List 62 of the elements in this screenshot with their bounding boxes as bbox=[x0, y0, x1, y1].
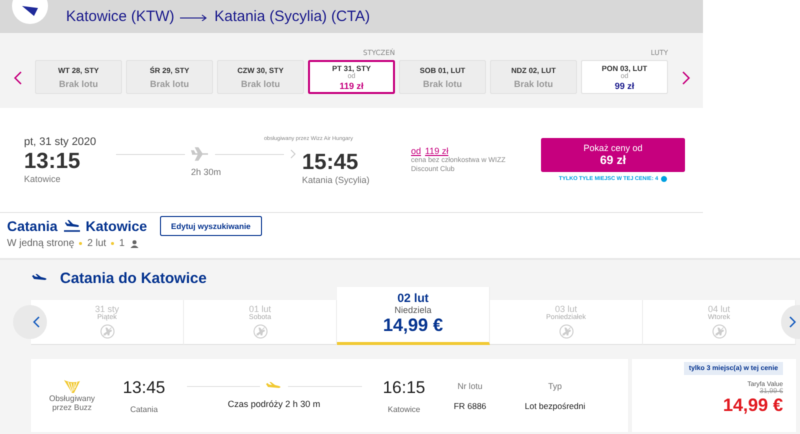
date-tab[interactable]: 02 lut Niedziela 14,99 € bbox=[337, 287, 490, 345]
arrow-head-icon bbox=[290, 149, 296, 159]
tab-date: 04 lut bbox=[708, 304, 730, 314]
arrival-city: Katania (Sycylia) bbox=[302, 174, 370, 184]
no-flight-icon bbox=[100, 324, 114, 339]
no-flight-icon bbox=[712, 324, 726, 339]
chevron-left-icon bbox=[32, 316, 40, 328]
plane-icon bbox=[62, 220, 81, 232]
departure-time: 13:45 bbox=[122, 378, 166, 398]
tab-date: 31 sty bbox=[94, 304, 119, 314]
tab-price: 14,99 € bbox=[382, 315, 444, 336]
flight-date: pt, 31 sty 2020 bbox=[24, 136, 98, 148]
departure-city: Katowice bbox=[24, 174, 62, 184]
origin-city: Catania bbox=[7, 218, 58, 234]
departure-time: 13:15 bbox=[24, 148, 82, 174]
trip-date: 2 lut bbox=[87, 238, 106, 249]
passenger-count: 1 bbox=[119, 238, 125, 249]
arrival-city: Katowice bbox=[388, 404, 420, 414]
price-text: 119 zł bbox=[339, 80, 364, 90]
tab-date: 03 lut bbox=[554, 304, 578, 314]
tab-date: 02 lut bbox=[397, 291, 429, 305]
person-icon bbox=[130, 240, 139, 248]
results-heading: Catania do Katowice bbox=[60, 270, 207, 287]
no-flight-text: Brak lotu bbox=[422, 78, 462, 88]
no-flight-text: Brak lotu bbox=[58, 78, 98, 88]
plane-icon bbox=[32, 274, 48, 283]
fare-price: 14,99 € bbox=[722, 395, 783, 415]
departure-city: Catania bbox=[130, 404, 158, 414]
no-flight-text: Brak lotu bbox=[150, 78, 189, 88]
plane-icon bbox=[191, 147, 209, 161]
tab-date: 01 lut bbox=[248, 304, 272, 314]
operator-text: Obsługiwany przez Buzz bbox=[48, 394, 96, 412]
previous-button[interactable] bbox=[13, 305, 47, 339]
no-flight-icon bbox=[558, 324, 574, 339]
price-text: 99 zł bbox=[614, 80, 634, 90]
flight-number: FR 6886 bbox=[454, 400, 486, 410]
travel-time: Czas podróży 2 h 30 m bbox=[228, 399, 320, 409]
chevron-right-icon bbox=[788, 316, 796, 328]
route-title: Katania (Sycylia) (CTA) bbox=[214, 8, 370, 25]
type-label: Typ bbox=[548, 380, 562, 390]
separator-dot-icon bbox=[111, 242, 114, 245]
info-icon[interactable] bbox=[661, 176, 668, 182]
no-flight-text: Brak lotu bbox=[240, 78, 280, 88]
flight-number-label: Nr lotu bbox=[457, 380, 483, 390]
arrival-time: 15:45 bbox=[302, 148, 358, 174]
no-flight-text: Brak lotu bbox=[514, 78, 553, 88]
member-price-link[interactable]: 119 zł bbox=[425, 146, 448, 156]
separator-dot-icon bbox=[79, 242, 82, 245]
route-title: Katowice (KTW) bbox=[66, 8, 174, 25]
flight-duration: 2h 30m bbox=[190, 167, 222, 177]
from-link[interactable]: od bbox=[411, 146, 422, 156]
flight-type: Lot bezpośredni bbox=[524, 400, 586, 410]
arrival-time: 16:15 bbox=[382, 378, 426, 398]
edit-search-button[interactable]: Edytuj wyszukiwanie bbox=[160, 216, 262, 236]
trip-type: W jedną stronę bbox=[7, 238, 74, 249]
harp-icon bbox=[63, 379, 81, 394]
show-prices-button[interactable]: Pokaż ceny od 69 zł bbox=[541, 138, 685, 172]
no-flight-icon bbox=[252, 324, 268, 339]
plane-icon bbox=[266, 382, 282, 391]
destination-city: Katowice bbox=[86, 218, 148, 234]
tab-day: Niedziela bbox=[394, 305, 432, 315]
arrow-icon bbox=[180, 12, 208, 20]
